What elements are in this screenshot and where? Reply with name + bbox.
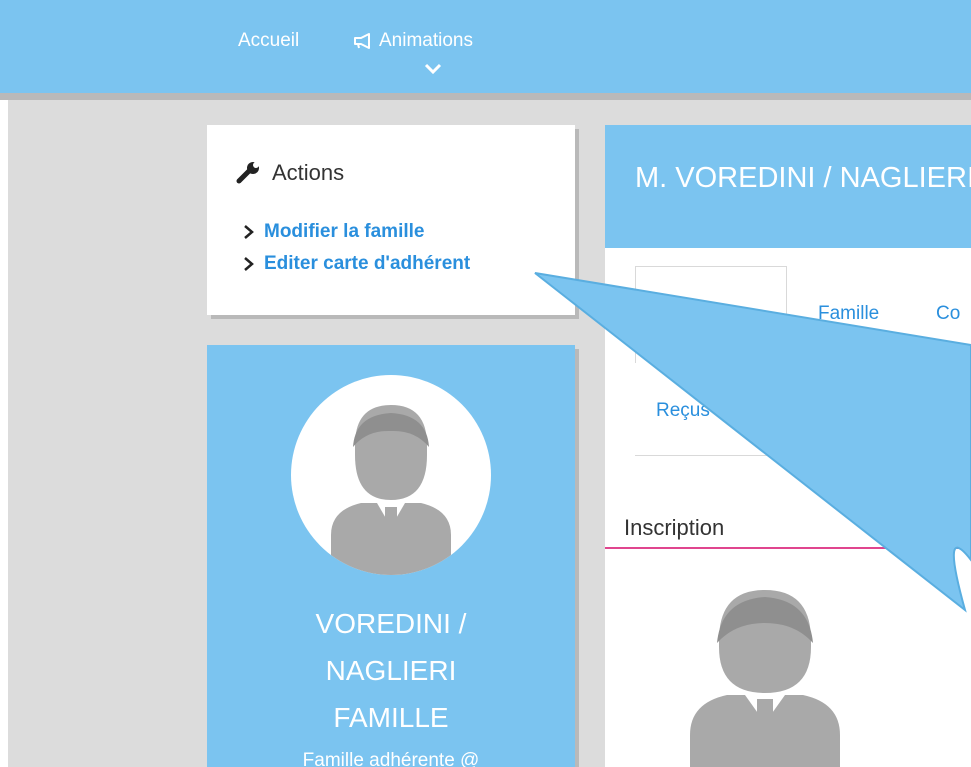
tabs-divider [635, 455, 971, 456]
person-avatar-icon [331, 405, 451, 575]
page-title: M. VOREDINI / NAGLIERI [635, 162, 971, 194]
top-navbar [0, 0, 971, 93]
page-left-edge [0, 100, 8, 767]
avatar [291, 375, 491, 575]
tab-personne[interactable]: Personne [663, 303, 744, 325]
tab-co[interactable]: Co [936, 303, 971, 325]
profile-name-line-3: FAMILLE [333, 702, 449, 733]
inscription-avatar [665, 585, 865, 767]
section-divider [605, 547, 971, 549]
chevron-down-icon[interactable] [423, 62, 443, 76]
actions-panel [207, 125, 575, 315]
tab-recus-fiscaux[interactable]: Reçus fiscaux [656, 400, 774, 422]
nav-animations-link[interactable]: Animations [353, 30, 473, 52]
section-title-inscription: Inscription [624, 515, 725, 540]
nav-accueil-link[interactable]: Accueil [238, 30, 299, 52]
editer-carte-label: Editer carte d'adhérent [264, 253, 471, 274]
modifier-famille-link[interactable]: Modifier la famille [242, 221, 424, 243]
navbar-shadow [0, 93, 971, 100]
profile-subtitle: Famille adhérente @ [302, 750, 480, 767]
profile-card: VOREDINI / NAGLIERI FAMILLE Famille adhé… [207, 345, 575, 767]
person-avatar-icon [690, 590, 840, 767]
chevron-right-icon [244, 225, 254, 239]
chevron-right-icon [244, 257, 254, 271]
profile-name-line-2: NAGLIERI [325, 655, 457, 686]
tab-famille[interactable]: Famille [818, 303, 879, 325]
wrench-icon [236, 162, 259, 184]
editer-carte-link[interactable]: Editer carte d'adhérent [242, 253, 470, 275]
modifier-famille-label: Modifier la famille [264, 221, 425, 242]
megaphone-icon [354, 33, 370, 49]
nav-animations-label: Animations [379, 30, 473, 51]
profile-name-line-1: VOREDINI / [315, 608, 467, 639]
actions-title: Actions [272, 160, 345, 185]
actions-heading: Actions [236, 160, 344, 186]
